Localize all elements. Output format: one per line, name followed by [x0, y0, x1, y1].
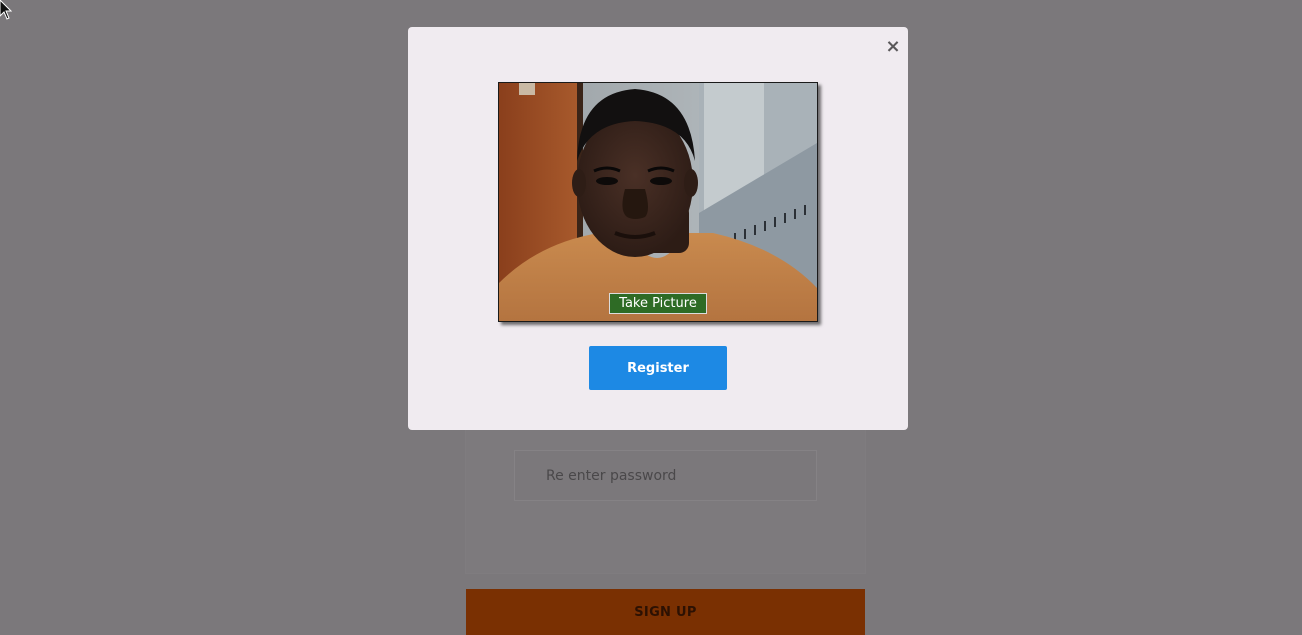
register-button[interactable]: Register [589, 346, 727, 390]
webcam-feed-image [499, 83, 817, 321]
close-icon[interactable]: × [884, 37, 902, 57]
camera-modal: × Take Picture Register [408, 27, 908, 430]
webcam-preview: Take Picture [498, 82, 818, 322]
signup-button[interactable]: SIGN UP [466, 589, 865, 635]
mouse-pointer-icon [0, 0, 12, 20]
reenter-password-field[interactable] [514, 450, 817, 501]
take-picture-button[interactable]: Take Picture [609, 293, 707, 314]
